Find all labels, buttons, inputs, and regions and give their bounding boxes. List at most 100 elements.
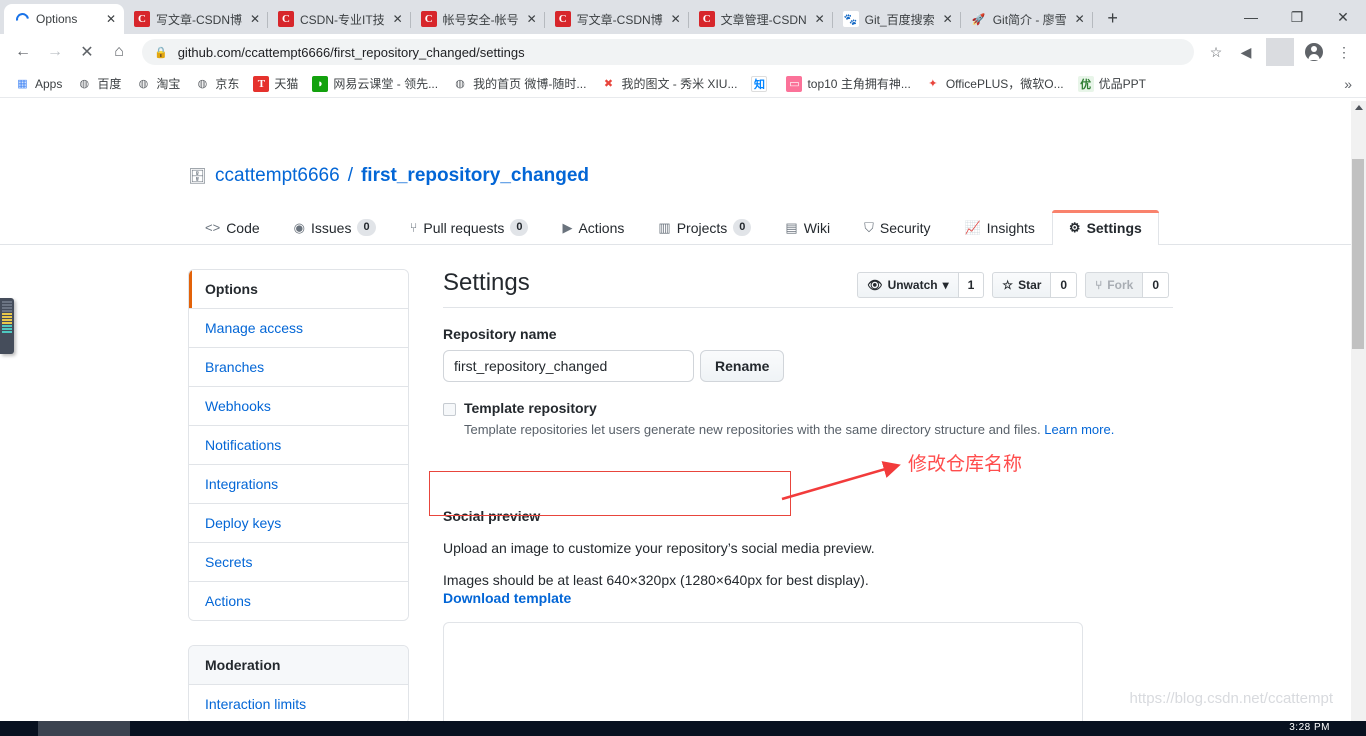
- tab-label: Settings: [1086, 219, 1142, 236]
- sidebar-item-options[interactable]: Options: [189, 270, 408, 309]
- star-count[interactable]: 0: [1051, 272, 1078, 298]
- taskbar-clock: 3:28 PM: [1289, 722, 1330, 733]
- fork-count[interactable]: 0: [1143, 272, 1169, 298]
- browser-tab[interactable]: Options ✕: [4, 4, 124, 34]
- bookmark-item[interactable]: 优 优品PPT: [1072, 73, 1152, 94]
- bookmark-item[interactable]: ◍ 百度: [70, 73, 127, 94]
- tab-settings[interactable]: ⚙ Settings: [1051, 210, 1159, 245]
- tab-code[interactable]: <> Code: [188, 210, 277, 245]
- close-icon[interactable]: ✕: [941, 12, 955, 26]
- taskbar-item[interactable]: [38, 721, 130, 736]
- minimize-button[interactable]: —: [1228, 0, 1274, 34]
- bookmark-item[interactable]: ✖ 我的图文 - 秀米 XIU...: [594, 73, 743, 94]
- sidebar-item-webhooks[interactable]: Webhooks: [189, 387, 408, 426]
- annotation-text: 修改仓库名称: [908, 454, 1023, 475]
- tab-actions[interactable]: ▶ Actions: [545, 210, 641, 245]
- bookmark-item[interactable]: ▭ top10 主角拥有神...: [780, 73, 916, 94]
- new-tab-button[interactable]: +: [1099, 4, 1127, 32]
- close-icon[interactable]: ✕: [669, 12, 683, 26]
- csdn-icon: C: [698, 11, 715, 27]
- apps-grid-icon: ▦: [17, 78, 27, 90]
- close-icon[interactable]: ✕: [104, 12, 118, 26]
- sidebar-item-integrations[interactable]: Integrations: [189, 465, 408, 504]
- star-button[interactable]: ☆ Star: [992, 272, 1052, 298]
- bookmark-item[interactable]: T 天猫: [247, 73, 304, 94]
- rename-form: Rename: [443, 350, 1173, 382]
- address-bar[interactable]: 🔒 github.com/ccattempt6666/first_reposit…: [142, 39, 1194, 65]
- fork-label: Fork: [1107, 278, 1134, 292]
- browser-tab-title: 帐号安全-帐号: [442, 12, 519, 27]
- tab-projects[interactable]: ▥ Projects 0: [641, 210, 768, 245]
- browser-tab-title: CSDN-专业IT技: [300, 12, 385, 27]
- sidebar-item-interaction-limits[interactable]: Interaction limits: [189, 685, 408, 721]
- bookmark-star-icon[interactable]: ☆: [1202, 38, 1230, 66]
- repository-name-input[interactable]: [443, 350, 694, 382]
- bookmarks-overflow-button[interactable]: »: [1344, 76, 1358, 92]
- bookmark-item[interactable]: 知: [745, 74, 778, 94]
- scroll-up-arrow-icon[interactable]: [1355, 105, 1363, 110]
- chrome-menu-icon[interactable]: ⋮: [1330, 38, 1358, 66]
- close-icon[interactable]: ✕: [391, 12, 405, 26]
- browser-tab[interactable]: C 写文章-CSDN博 ✕: [124, 4, 268, 34]
- sidebar-item-manage-access[interactable]: Manage access: [189, 309, 408, 348]
- template-repository-checkbox[interactable]: [443, 403, 456, 416]
- settings-content: Options Manage access Branches Webhooks …: [0, 245, 1351, 721]
- browser-tab[interactable]: C CSDN-专业IT技 ✕: [268, 4, 411, 34]
- bookmark-item[interactable]: ◍ 京东: [188, 73, 245, 94]
- close-icon[interactable]: ✕: [1073, 12, 1087, 26]
- issue-opened-icon: ◉: [293, 219, 305, 235]
- stop-loading-button[interactable]: ✕: [72, 37, 102, 67]
- bookmark-item[interactable]: ◗ 网易云课堂 - 领先...: [306, 73, 444, 94]
- avatar[interactable]: [1300, 38, 1328, 66]
- tab-issues[interactable]: ◉ Issues 0: [277, 210, 393, 245]
- close-icon[interactable]: ✕: [525, 12, 539, 26]
- sidebar-item-secrets[interactable]: Secrets: [189, 543, 408, 582]
- tab-insights[interactable]: 📈 Insights: [947, 210, 1051, 245]
- page-scrollbar[interactable]: [1351, 101, 1366, 721]
- sidebar-item-deploy-keys[interactable]: Deploy keys: [189, 504, 408, 543]
- repository-title: 🗄 ccattempt6666 / first_repository_chang…: [0, 165, 1351, 187]
- social-preview-dropzone[interactable]: [443, 621, 1083, 721]
- browser-tab-title: 文章管理-CSDN: [720, 12, 807, 27]
- bookmark-item[interactable]: ◍ 淘宝: [129, 73, 186, 94]
- home-button[interactable]: ⌂: [104, 37, 134, 67]
- scrollbar-thumb[interactable]: [1352, 159, 1364, 349]
- extension-icon[interactable]: ◀: [1232, 38, 1260, 66]
- repo-owner-link[interactable]: ccattempt6666: [215, 165, 340, 187]
- learn-more-link[interactable]: Learn more.: [1044, 422, 1114, 437]
- play-icon: ▶: [562, 219, 573, 235]
- watch-count[interactable]: 1: [958, 272, 985, 298]
- bookmark-item[interactable]: ◍ 我的首页 微博-随时...: [446, 73, 592, 94]
- bookmark-item[interactable]: ✦ OfficePLUS，微软O...: [919, 73, 1070, 94]
- tab-wiki[interactable]: ▤ Wiki: [768, 210, 847, 245]
- tab-security[interactable]: ⛉ Security: [847, 210, 947, 245]
- repo-name-link[interactable]: first_repository_changed: [361, 165, 589, 187]
- bookmark-label: 天猫: [274, 77, 299, 91]
- download-template-link[interactable]: Download template: [443, 590, 1173, 606]
- social-preview-line1: Upload an image to customize your reposi…: [443, 539, 875, 556]
- tab-pull-requests[interactable]: ⑂ Pull requests 0: [393, 210, 546, 245]
- book-icon: ▤: [785, 219, 798, 235]
- browser-tab[interactable]: 🐾 Git_百度搜索 ✕: [833, 4, 961, 34]
- bookmarks-bar: ▦ Apps ◍ 百度 ◍ 淘宝 ◍ 京东 T 天猫 ◗ 网易云课堂 - 领先.…: [0, 70, 1366, 98]
- close-icon[interactable]: ✕: [813, 12, 827, 26]
- browser-tab[interactable]: 🚀 Git简介 - 廖雪 ✕: [961, 4, 1093, 34]
- rename-button[interactable]: Rename: [700, 350, 785, 382]
- sidebar-item-branches[interactable]: Branches: [189, 348, 408, 387]
- back-button[interactable]: ←: [8, 37, 38, 67]
- maximize-button[interactable]: ❐: [1274, 0, 1320, 34]
- git-pull-request-icon: ⑂: [409, 220, 418, 235]
- close-icon[interactable]: ✕: [248, 12, 262, 26]
- browser-tab[interactable]: C 文章管理-CSDN ✕: [689, 4, 833, 34]
- unwatch-button[interactable]: 👁 Unwatch ▾: [857, 272, 959, 298]
- browser-tab-title: 写文章-CSDN博: [156, 12, 242, 27]
- forward-button[interactable]: →: [40, 37, 70, 67]
- sidebar-item-actions[interactable]: Actions: [189, 582, 408, 620]
- close-window-button[interactable]: ✕: [1320, 0, 1366, 34]
- fork-button[interactable]: ⑂ Fork: [1085, 272, 1144, 298]
- bookmark-apps[interactable]: ▦ Apps: [8, 74, 68, 94]
- browser-tab[interactable]: C 帐号安全-帐号 ✕: [411, 4, 545, 34]
- sidebar-item-notifications[interactable]: Notifications: [189, 426, 408, 465]
- screen-edge-widget[interactable]: [0, 298, 14, 354]
- browser-tab[interactable]: C 写文章-CSDN博 ✕: [545, 4, 689, 34]
